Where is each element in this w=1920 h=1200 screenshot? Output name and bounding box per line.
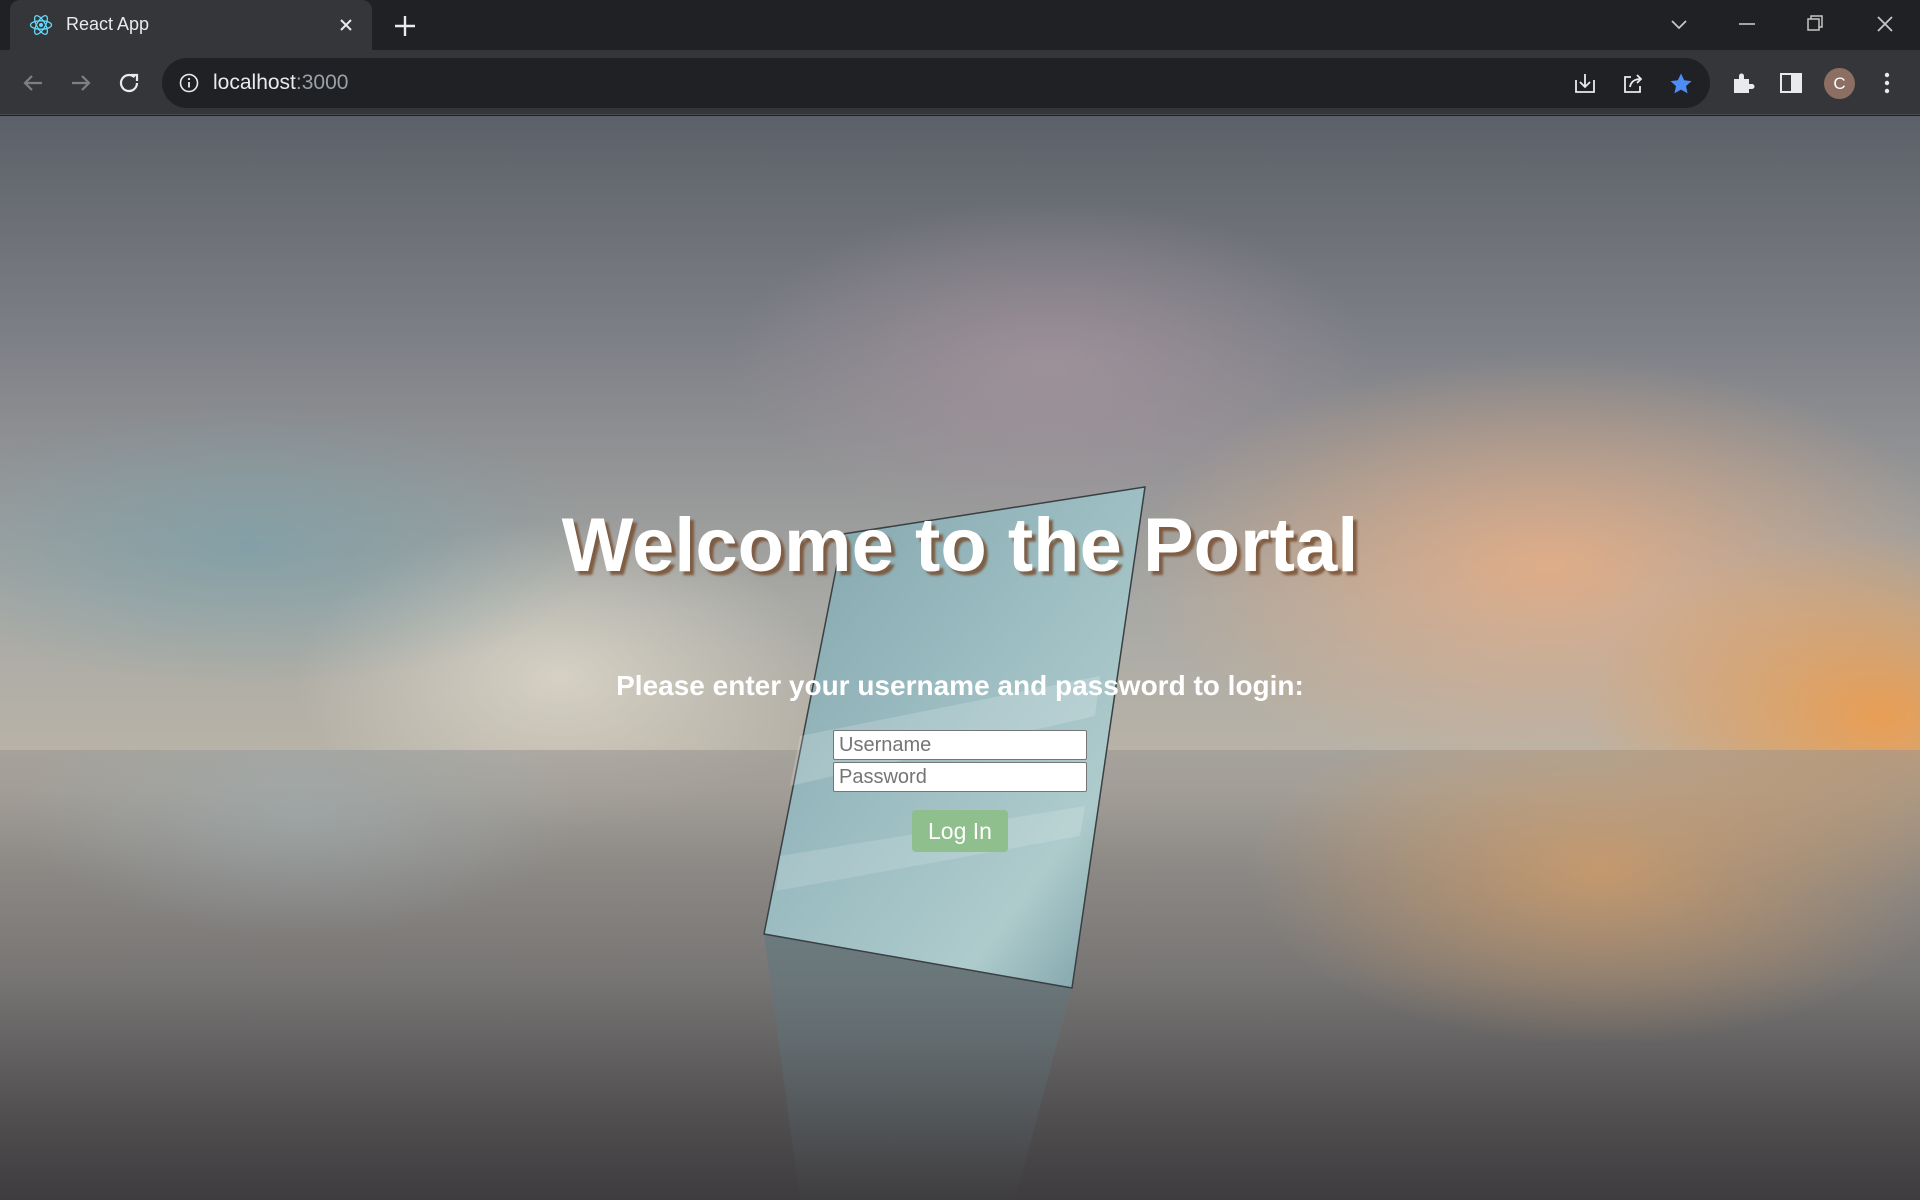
close-tab-icon[interactable]	[336, 15, 356, 35]
url-text: localhost:3000	[213, 71, 348, 95]
extensions-puzzle-icon[interactable]	[1729, 69, 1757, 97]
url-host: localhost	[213, 71, 296, 94]
new-tab-icon[interactable]	[392, 13, 418, 39]
share-icon[interactable]	[1620, 71, 1646, 97]
forward-arrow-icon[interactable]	[66, 68, 96, 98]
page-viewport: Welcome to the Portal Please enter your …	[0, 116, 1920, 1200]
password-input[interactable]	[833, 762, 1087, 792]
login-panel: Welcome to the Portal Please enter your …	[0, 116, 1920, 1200]
back-arrow-icon[interactable]	[18, 68, 48, 98]
profile-avatar[interactable]: C	[1824, 68, 1855, 99]
welcome-heading: Welcome to the Portal	[561, 503, 1359, 588]
username-input[interactable]	[833, 730, 1087, 760]
tab-title: React App	[66, 14, 150, 34]
login-button[interactable]: Log In	[912, 810, 1008, 852]
url-port: :3000	[295, 71, 349, 94]
tab-strip: React App	[0, 0, 1920, 50]
close-window-icon[interactable]	[1871, 10, 1899, 38]
react-favicon-icon	[29, 15, 53, 35]
restore-icon[interactable]	[1801, 10, 1829, 38]
site-info-icon[interactable]	[178, 72, 200, 94]
login-prompt: Please enter your username and password …	[616, 670, 1304, 701]
minimize-icon[interactable]	[1733, 10, 1761, 38]
tab-search-chevron-icon[interactable]	[1665, 10, 1693, 38]
install-app-icon[interactable]	[1572, 71, 1598, 97]
side-panel-icon[interactable]	[1777, 69, 1805, 97]
more-menu-icon[interactable]	[1873, 69, 1901, 97]
reload-icon[interactable]	[114, 68, 144, 98]
bookmark-star-icon[interactable]	[1668, 71, 1694, 97]
address-bar[interactable]: localhost:3000	[162, 58, 1710, 108]
browser-toolbar: localhost:3000 C	[0, 50, 1920, 115]
tab-react-app[interactable]: React App	[10, 0, 372, 50]
